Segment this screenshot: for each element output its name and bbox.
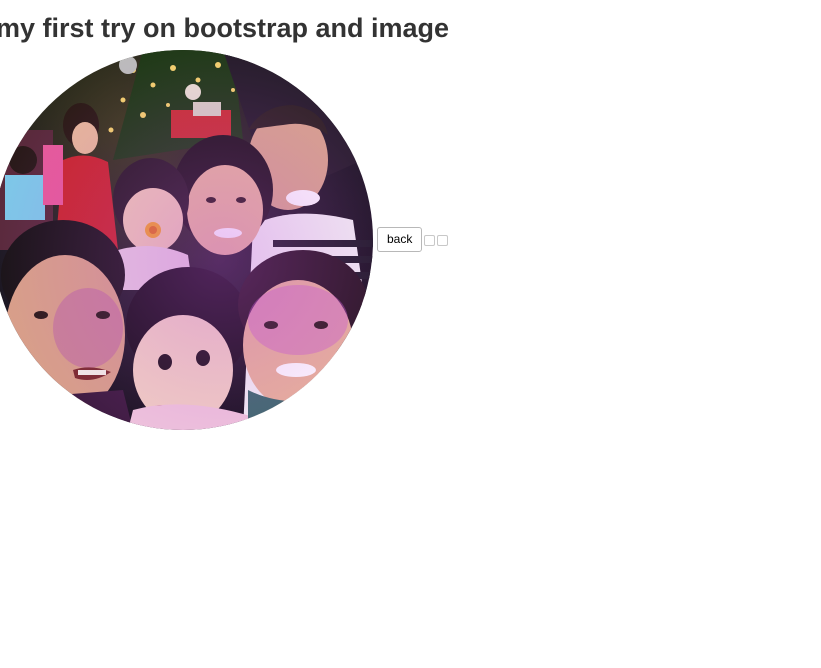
page-title: my first try on bootstrap and image (0, 13, 450, 43)
empty-button-2[interactable] (437, 235, 448, 246)
photo-image (0, 50, 373, 430)
circular-photo (0, 50, 373, 430)
page: my first try on bootstrap and image back (0, 0, 821, 668)
empty-button-1[interactable] (424, 235, 435, 246)
back-button[interactable]: back (377, 227, 423, 252)
